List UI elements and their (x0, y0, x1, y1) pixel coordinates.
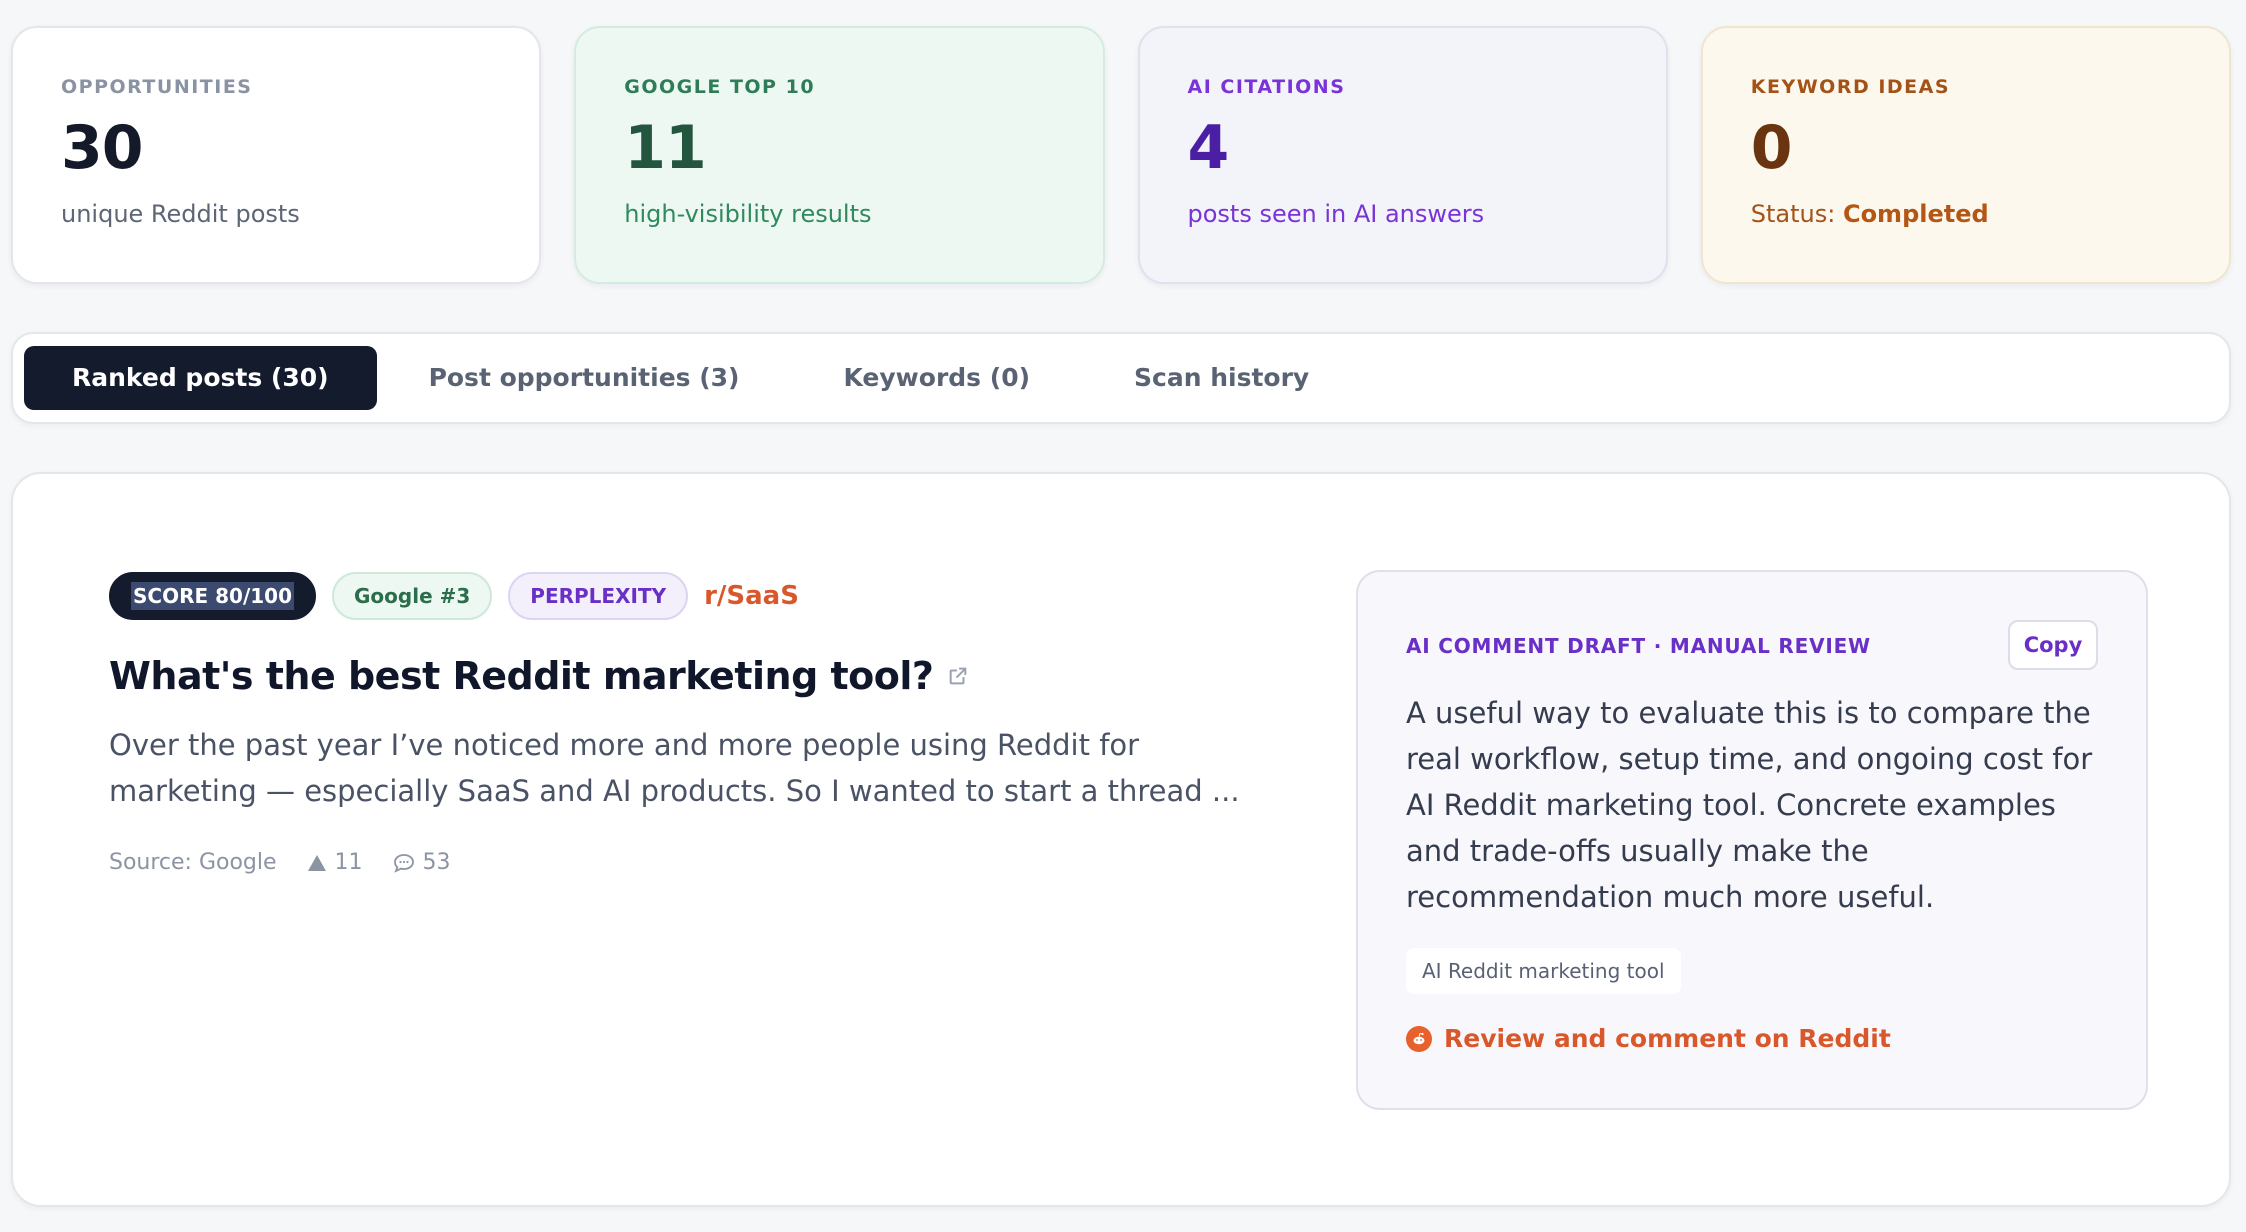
status-value: Completed (1842, 200, 1989, 228)
tab-ranked-posts[interactable]: Ranked posts (30) (24, 346, 377, 410)
post-title[interactable]: What's the best Reddit marketing tool? (109, 654, 934, 698)
draft-heading: AI COMMENT DRAFT · MANUAL REVIEW (1406, 634, 1871, 658)
review-comment-label[interactable]: Review and comment on Reddit (1444, 1024, 1891, 1053)
stat-label: KEYWORD IDEAS (1750, 76, 1951, 98)
tab-bar: Ranked posts (30) Post opportunities (3)… (11, 332, 2231, 424)
score-text: SCORE 80/100 (131, 582, 294, 610)
stat-subtitle: posts seen in AI answers (1187, 200, 1485, 228)
keyword-tag: AI Reddit marketing tool (1406, 948, 1681, 994)
stat-value: 4 (1187, 113, 1230, 183)
stat-value: 30 (61, 113, 144, 183)
post-source: Source: Google (109, 850, 277, 875)
tab-keywords[interactable]: Keywords (0) (792, 346, 1083, 410)
subreddit-label: r/SaaS (704, 581, 799, 611)
stat-card-ai-citations: AI CITATIONS 4 posts seen in AI answers (1137, 26, 1668, 284)
comment-count: 53 (422, 850, 451, 875)
status-prefix: Status: (1750, 200, 1843, 228)
stat-subtitle: high-visibility results (624, 200, 872, 228)
post-meta: Source: Google 11 53 (109, 850, 451, 875)
comment-icon (393, 853, 414, 873)
review-comment-link[interactable]: Review and comment on Reddit (1406, 1024, 1891, 1053)
stat-label: GOOGLE TOP 10 (624, 76, 816, 98)
post-badges: SCORE 80/100 Google #3 PERPLEXITY r/SaaS (109, 572, 799, 620)
stat-value: 11 (624, 113, 707, 183)
ai-source-badge: PERPLEXITY (508, 572, 689, 620)
post-title-link[interactable]: What's the best Reddit marketing tool? (109, 654, 969, 698)
copy-button[interactable]: Copy (2008, 620, 2098, 670)
score-badge: SCORE 80/100 (109, 572, 316, 620)
ai-comment-draft-panel: AI COMMENT DRAFT · MANUAL REVIEW Copy A … (1356, 570, 2148, 1110)
stat-card-opportunities: OPPORTUNITIES 30 unique Reddit posts (11, 26, 542, 284)
stat-value: 0 (1750, 113, 1793, 183)
reddit-icon (1406, 1025, 1432, 1052)
upvote-count: 11 (334, 850, 363, 875)
stat-card-google-top-10: GOOGLE TOP 10 11 high-visibility results (574, 26, 1105, 284)
google-rank-badge: Google #3 (332, 572, 493, 620)
stat-card-keyword-ideas: KEYWORD IDEAS 0 Status: Completed (1700, 26, 2231, 284)
tab-post-opportunities[interactable]: Post opportunities (3) (377, 346, 792, 410)
upvote-icon (307, 854, 326, 871)
post-excerpt: Over the past year I’ve noticed more and… (109, 728, 1240, 808)
comments: 53 (393, 850, 451, 875)
external-link-icon[interactable] (947, 665, 969, 687)
tab-scan-history[interactable]: Scan history (1082, 346, 1361, 410)
draft-text: A useful way to evaluate this is to comp… (1406, 696, 2093, 914)
stat-label: AI CITATIONS (1187, 76, 1346, 98)
stat-label: OPPORTUNITIES (61, 76, 253, 98)
stat-subtitle: Status: Completed (1751, 200, 2181, 228)
post-card: SCORE 80/100 Google #3 PERPLEXITY r/SaaS… (11, 472, 2231, 1207)
stat-subtitle: unique Reddit posts (61, 200, 300, 228)
stats-row: OPPORTUNITIES 30 unique Reddit posts GOO… (11, 26, 2231, 284)
upvotes: 11 (307, 850, 363, 875)
